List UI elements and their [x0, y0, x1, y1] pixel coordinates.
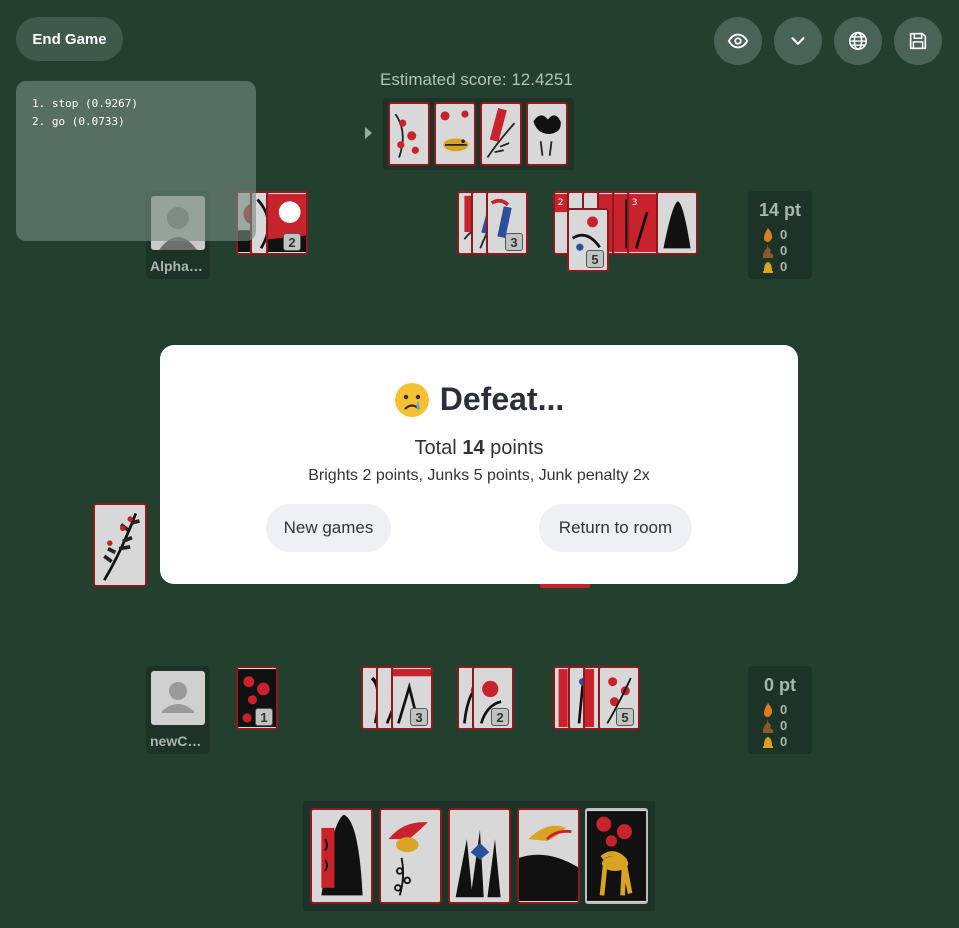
bell-count: 0: [762, 734, 787, 749]
svg-text:2: 2: [558, 198, 564, 208]
eye-icon: [727, 33, 749, 49]
fire-icon: [764, 702, 773, 717]
save-icon: [909, 32, 927, 50]
result-title: Defeat...: [160, 381, 798, 418]
player-score: 0 pt: [763, 675, 796, 695]
crying-face-icon: [394, 382, 429, 417]
go-count: 0: [762, 702, 787, 717]
bell-icon: [763, 736, 773, 748]
estimated-score: Estimated score: 12.4251: [380, 70, 573, 89]
svg-text:3: 3: [632, 198, 638, 208]
field-card[interactable]: [388, 102, 430, 166]
opponent-score-panel: 14 pt 0 0 0: [748, 191, 812, 279]
shake-count: 0: [762, 718, 787, 733]
bell-icon: [763, 261, 773, 273]
return-to-room-button[interactable]: Return to room: [539, 504, 692, 552]
end-game-button[interactable]: End Game: [16, 17, 123, 61]
capture-count: 2: [491, 708, 509, 726]
capture-count: 1: [255, 708, 273, 726]
caret-right-icon: [365, 127, 372, 139]
captured-card: [656, 191, 698, 255]
menu-dropdown-button[interactable]: [774, 17, 822, 65]
hand-card[interactable]: [517, 808, 580, 904]
poop-icon: [763, 243, 774, 258]
new-games-button[interactable]: New games: [266, 504, 391, 552]
bell-count: 0: [762, 259, 787, 274]
capture-count: 5: [586, 250, 604, 268]
score-breakdown: Brights 2 points, Junks 5 points, Junk p…: [308, 467, 650, 484]
opponent-score: 14 pt: [758, 200, 801, 220]
suggestion-item: 1. stop (0.9267): [32, 97, 138, 110]
capture-count: 5: [616, 708, 634, 726]
language-button[interactable]: [834, 17, 882, 65]
go-count: 0: [762, 227, 787, 242]
fire-icon: [764, 227, 773, 242]
hand-card[interactable]: [379, 808, 442, 904]
capture-count: 2: [283, 233, 301, 251]
opponent-name: Alpha…: [150, 258, 203, 274]
hand-card[interactable]: [310, 808, 373, 904]
field-card[interactable]: [480, 102, 522, 166]
ai-suggestion-panel: 1. stop (0.9267) 2. go (0.0733): [16, 81, 256, 241]
suggestion-item: 2. go (0.0733): [32, 115, 125, 128]
hand-card[interactable]: [448, 808, 511, 904]
capture-count: 3: [410, 708, 428, 726]
total-points: Total 14 points: [414, 437, 544, 459]
view-toggle-button[interactable]: [714, 17, 762, 65]
save-button[interactable]: [894, 17, 942, 65]
chevron-down-icon: [791, 37, 805, 45]
shake-count: 0: [762, 243, 787, 258]
deck-card[interactable]: [93, 503, 147, 587]
player-score-panel: 0 pt 0 0 0: [748, 666, 812, 754]
result-modal: Defeat... Total 14 points Brights 2 poin…: [160, 345, 798, 584]
field-card[interactable]: [526, 102, 568, 166]
capture-count: 3: [505, 233, 523, 251]
player-name: newC…: [150, 733, 202, 749]
globe-icon: [848, 31, 868, 51]
poop-icon: [763, 718, 774, 733]
user-avatar-icon: [151, 671, 205, 725]
field-card-group: [383, 98, 574, 170]
hand-card[interactable]: [585, 808, 648, 904]
player-profile: newC…: [146, 666, 210, 754]
field-card[interactable]: [434, 102, 476, 166]
